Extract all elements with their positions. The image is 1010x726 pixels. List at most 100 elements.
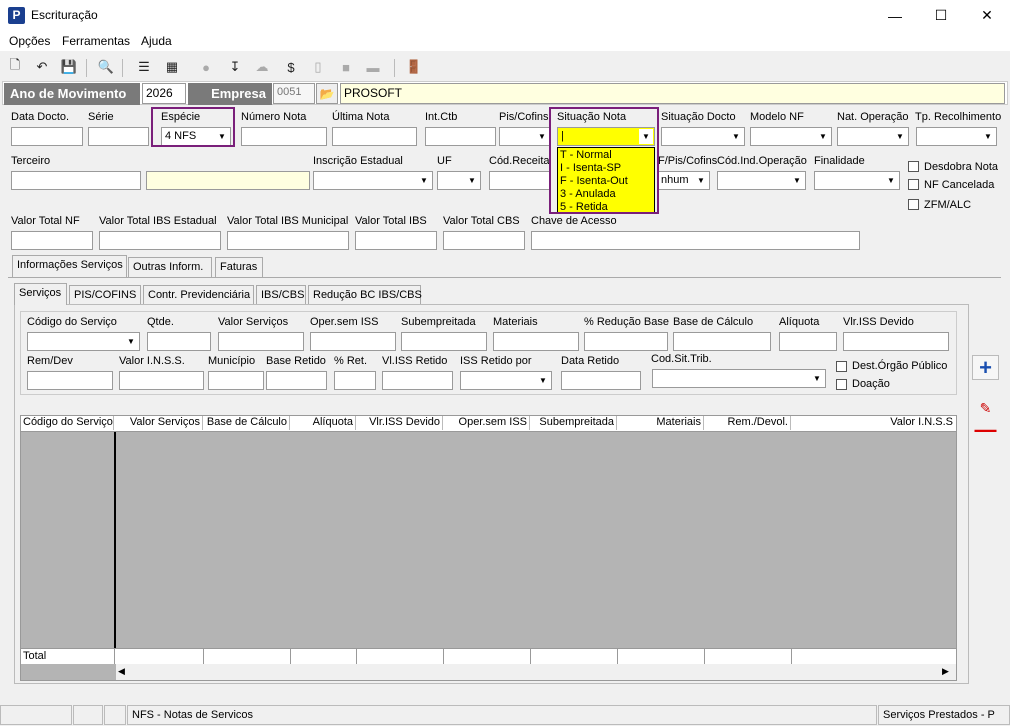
chevron-down-icon[interactable]: ▼	[884, 173, 898, 188]
exit-door-icon[interactable]: 🚪	[404, 57, 424, 77]
int-ctb-input[interactable]	[425, 127, 496, 146]
pct-ret-input[interactable]	[334, 371, 376, 390]
bar-icon[interactable]: ▬	[363, 57, 383, 77]
grid-col-rem-devol[interactable]: Rem./Devol.	[704, 416, 791, 430]
edit-pencil-icon[interactable]: ✎	[972, 397, 999, 419]
maximize-button[interactable]: ☐	[918, 0, 964, 31]
chevron-down-icon[interactable]: ▼	[694, 173, 708, 188]
valor-inss-input[interactable]	[119, 371, 204, 390]
chevron-down-icon[interactable]: ▼	[729, 129, 743, 144]
cib-money-icon[interactable]: $	[281, 57, 301, 77]
cod-receita-input[interactable]	[489, 171, 551, 190]
grid-col-vlr-iss-devido[interactable]: Vlr.ISS Devido	[356, 416, 443, 430]
valor-total-ibs-estadual-input[interactable]	[99, 231, 221, 250]
panel-icon[interactable]: ▯	[308, 57, 328, 77]
menu-ajuda[interactable]: Ajuda	[141, 34, 172, 48]
new-document-icon[interactable]: 🗋	[5, 57, 25, 77]
undo-icon[interactable]: ↶	[32, 57, 52, 77]
scroll-left-icon[interactable]: ◀	[118, 666, 125, 677]
tab-informacoes-servicos[interactable]: Informações Serviços	[12, 255, 127, 277]
grid-col-codigo-servico[interactable]: Código do Serviço	[21, 416, 114, 430]
modelo-nf-select[interactable]: ▼	[750, 127, 832, 146]
grid-col-valor-servicos[interactable]: Valor Serviços	[116, 416, 203, 430]
chevron-down-icon[interactable]: ▼	[465, 173, 479, 188]
empresa-code-input[interactable]: 0051	[273, 83, 315, 104]
folder-open-icon[interactable]: 📂	[316, 83, 338, 104]
inscricao-estadual-select[interactable]: ▼	[313, 171, 433, 190]
codigo-servico-select[interactable]: ▼	[27, 332, 140, 351]
uf-select[interactable]: ▼	[437, 171, 481, 190]
grid-col-aliquota[interactable]: Alíquota	[290, 416, 356, 430]
nf-cancelada-checkbox[interactable]	[908, 179, 919, 190]
chave-acesso-input[interactable]	[531, 231, 860, 250]
grid-col-base-calculo[interactable]: Base de Cálculo	[203, 416, 290, 430]
grid-col-oper-sem-iss[interactable]: Oper.sem ISS	[443, 416, 530, 430]
servicos-grid[interactable]: Código do Serviço Valor Serviços Base de…	[20, 415, 957, 681]
pct-reducao-base-input[interactable]	[584, 332, 668, 351]
materiais-input[interactable]	[493, 332, 579, 351]
situacao-docto-select[interactable]: ▼	[661, 127, 745, 146]
qtde-input[interactable]	[147, 332, 211, 351]
valor-servicos-input[interactable]	[218, 332, 304, 351]
block-icon[interactable]: ■	[336, 57, 356, 77]
import-icon[interactable]: ↧	[225, 57, 245, 77]
tab-servicos[interactable]: Serviços	[14, 283, 67, 305]
ano-input[interactable]: 2026	[142, 83, 186, 104]
chevron-down-icon[interactable]: ▼	[417, 173, 431, 188]
grid-col-valor-inss[interactable]: Valor I.N.S.S	[791, 416, 955, 430]
chevron-down-icon[interactable]: ▼	[893, 129, 907, 144]
tab-faturas[interactable]: Faturas	[215, 257, 263, 277]
aliquota-input[interactable]	[779, 332, 837, 351]
finalidade-select[interactable]: ▼	[814, 171, 900, 190]
data-retido-input[interactable]	[561, 371, 641, 390]
grid-col-subempreitada[interactable]: Subempreitada	[530, 416, 617, 430]
valor-total-ibs-municipal-input[interactable]	[227, 231, 349, 250]
chevron-down-icon[interactable]: ▼	[810, 371, 824, 386]
tab-reducao-bc-ibs-cbs[interactable]: Redução BC IBS/CBS	[308, 285, 422, 305]
rem-dev-input[interactable]	[27, 371, 113, 390]
tab-contr-previdenciaria[interactable]: Contr. Previdenciária	[143, 285, 254, 305]
scroll-right-icon[interactable]: ▶	[942, 666, 949, 677]
remove-minus-icon[interactable]: —	[972, 417, 999, 442]
chevron-down-icon[interactable]: ▼	[535, 129, 549, 144]
doacao-checkbox[interactable]	[836, 379, 847, 390]
iss-retido-por-select[interactable]: ▼	[460, 371, 552, 390]
tree-icon[interactable]: ☰	[134, 57, 154, 77]
print-preview-icon[interactable]: 🔍	[96, 57, 116, 77]
close-button[interactable]: ✕	[964, 0, 1010, 31]
municipio-input[interactable]	[208, 371, 264, 390]
vlr-iss-devido-input[interactable]	[843, 332, 949, 351]
chevron-down-icon[interactable]: ▼	[981, 129, 995, 144]
valor-total-nf-input[interactable]	[11, 231, 93, 250]
chevron-down-icon[interactable]: ▼	[124, 334, 138, 349]
zfm-alc-checkbox[interactable]	[908, 199, 919, 210]
chevron-down-icon[interactable]: ▼	[536, 373, 550, 388]
cod-sit-trib-select[interactable]: ▼	[652, 369, 826, 388]
tab-pis-cofins[interactable]: PIS/COFINS	[69, 285, 141, 305]
ultima-nota-input[interactable]	[332, 127, 417, 146]
valor-total-ibs-input[interactable]	[355, 231, 437, 250]
add-plus-icon[interactable]: +	[972, 355, 999, 380]
numero-nota-input[interactable]	[241, 127, 327, 146]
dest-orgao-publico-checkbox[interactable]	[836, 361, 847, 372]
subempreitada-input[interactable]	[401, 332, 487, 351]
valor-total-cbs-input[interactable]	[443, 231, 525, 250]
cloud-icon[interactable]: ☁	[252, 57, 272, 77]
tab-ibs-cbs[interactable]: IBS/CBS	[256, 285, 306, 305]
desdobra-nota-checkbox[interactable]	[908, 161, 919, 172]
serie-input[interactable]	[88, 127, 149, 146]
minimize-button[interactable]: —	[872, 0, 918, 31]
grid-col-materiais[interactable]: Materiais	[617, 416, 704, 430]
cod-ind-operacao-select[interactable]: ▼	[717, 171, 806, 190]
chevron-down-icon[interactable]: ▼	[816, 129, 830, 144]
oper-sem-iss-input[interactable]	[310, 332, 396, 351]
menu-opcoes[interactable]: Opções	[9, 34, 50, 48]
save-icon[interactable]: 💾	[59, 57, 79, 77]
data-docto-input[interactable]	[11, 127, 83, 146]
apple-icon[interactable]: ●	[196, 57, 216, 77]
base-calculo-input[interactable]	[673, 332, 771, 351]
vl-iss-retido-input[interactable]	[382, 371, 453, 390]
nat-operacao-select[interactable]: ▼	[837, 127, 909, 146]
calculator-icon[interactable]: ▦	[162, 57, 182, 77]
pis-cofins-select[interactable]: ▼	[499, 127, 551, 146]
